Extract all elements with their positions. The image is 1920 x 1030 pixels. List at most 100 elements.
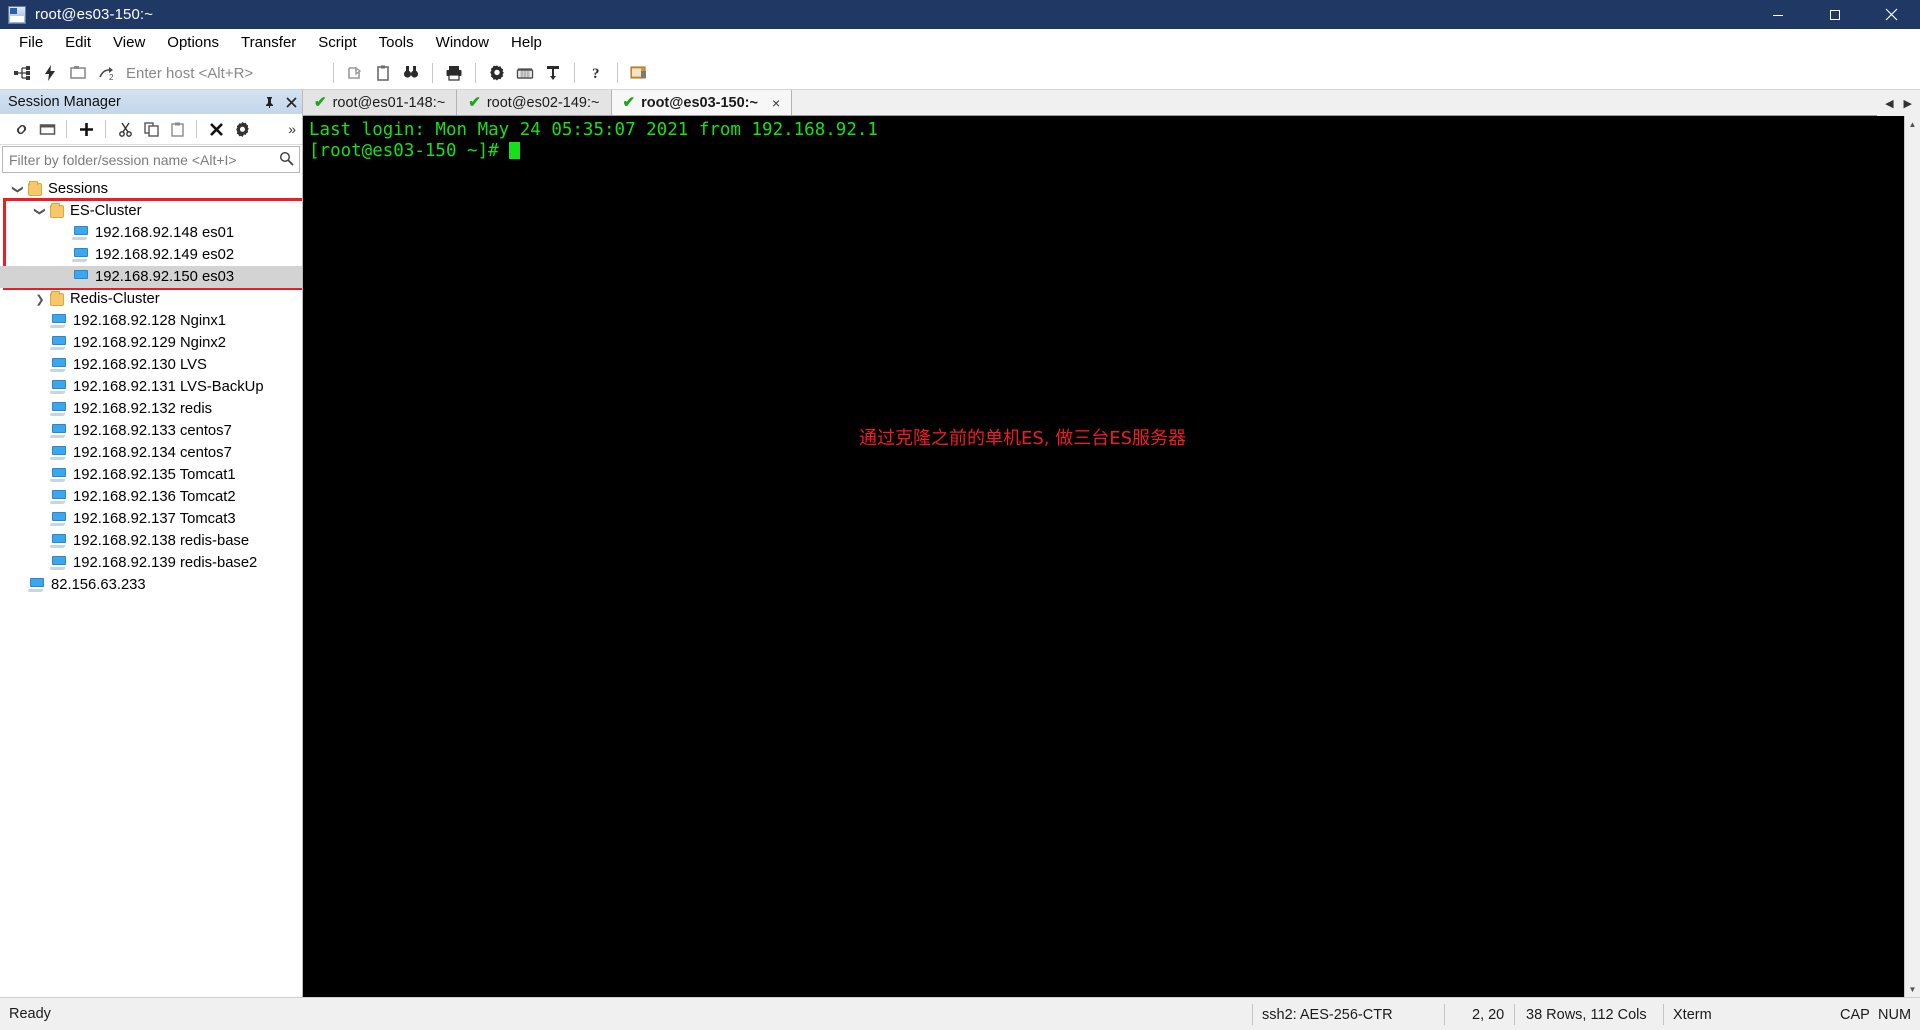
session-computer-icon	[71, 248, 89, 262]
quick-connect-icon[interactable]	[36, 60, 64, 87]
tree-session-row[interactable]: 192.168.92.137 Tomcat3	[0, 508, 302, 530]
session-computer-icon	[49, 402, 67, 416]
terminal-tab-label: root@es02-149:~	[486, 94, 600, 111]
connect-icon[interactable]	[8, 60, 36, 87]
paste-icon[interactable]	[164, 117, 190, 142]
chevron-right-icon[interactable]: ❯	[30, 293, 50, 306]
scroll-down-arrow-icon[interactable]: ▼	[1905, 981, 1920, 997]
maximize-button[interactable]	[1806, 0, 1863, 29]
tree-session-row[interactable]: 192.168.92.128 Nginx1	[0, 310, 302, 332]
properties-icon[interactable]	[229, 117, 255, 142]
terminal-tabstrip: ✔ root@es01-148:~ ✔ root@es02-149:~ ✔ root@es…	[303, 90, 1920, 116]
tree-folder-row[interactable]: ❯ ES-Cluster	[0, 200, 302, 222]
tree-session-row[interactable]: 192.168.92.139 redis-base2	[0, 552, 302, 574]
tab-close-button[interactable]: ×	[772, 95, 780, 111]
menu-edit[interactable]: Edit	[54, 31, 102, 54]
print-icon[interactable]	[440, 60, 468, 87]
scroll-up-arrow-icon[interactable]: ▲	[1905, 116, 1920, 132]
search-icon[interactable]	[279, 151, 294, 171]
menu-tools[interactable]: Tools	[368, 31, 425, 54]
tree-session-row[interactable]: 192.168.92.150 es03	[0, 266, 302, 288]
menu-file[interactable]: File	[8, 31, 54, 54]
session-computer-icon	[49, 424, 67, 438]
tab-scroll-right-button[interactable]: ▶	[1904, 97, 1912, 110]
terminal-screen[interactable]: Last login: Mon May 24 05:35:07 2021 fro…	[303, 116, 1920, 997]
reconnect-icon[interactable]: 2	[92, 60, 120, 87]
status-protocol: ssh2: AES-256-CTR	[1262, 1006, 1393, 1023]
session-filter-input[interactable]: Filter by folder/session name <Alt+I>	[2, 146, 300, 173]
menu-transfer[interactable]: Transfer	[230, 31, 307, 54]
tree-session-row[interactable]: 192.168.92.131 LVS-BackUp	[0, 376, 302, 398]
folder-icon	[50, 202, 64, 218]
connect-in-tab-icon[interactable]	[64, 60, 92, 87]
tree-item-label: 192.168.92.139 redis-base2	[73, 554, 258, 571]
tab-scroll-left-button[interactable]: ◀	[1885, 97, 1893, 110]
toolbar-overflow-button[interactable]: »	[288, 121, 296, 137]
session-computer-icon	[49, 446, 67, 460]
copy-icon[interactable]	[369, 60, 397, 87]
cut-icon[interactable]	[112, 117, 138, 142]
copy-icon[interactable]	[138, 117, 164, 142]
svg-text:2: 2	[109, 73, 114, 82]
tree-folder-row[interactable]: ❯ Sessions	[0, 178, 302, 200]
session-computer-icon	[49, 512, 67, 526]
tree-session-row[interactable]: 192.168.92.135 Tomcat1	[0, 464, 302, 486]
new-session-icon[interactable]	[73, 117, 99, 142]
close-button[interactable]	[1863, 0, 1920, 29]
tree-item-label: 192.168.92.137 Tomcat3	[73, 510, 236, 527]
session-tree[interactable]: ❯ Sessions ❯ ES-Cluster 192.168.92.148 es01 1…	[0, 173, 302, 997]
tree-folder-row[interactable]: ❯ Redis-Cluster	[0, 288, 302, 310]
tree-session-row[interactable]: 192.168.92.129 Nginx2	[0, 332, 302, 354]
tree-session-row[interactable]: 192.168.92.136 Tomcat2	[0, 486, 302, 508]
chevron-down-icon[interactable]: ❯	[12, 179, 25, 199]
session-manager-title: Session Manager	[8, 94, 121, 110]
menu-window[interactable]: Window	[425, 31, 500, 54]
menu-help[interactable]: Help	[500, 31, 553, 54]
terminal-tab-label: root@es03-150:~	[641, 94, 758, 111]
delete-icon[interactable]	[203, 117, 229, 142]
folder-icon	[50, 290, 64, 306]
find-icon[interactable]	[397, 60, 425, 87]
securecrt-icon[interactable]	[625, 60, 653, 87]
menu-script[interactable]: Script	[307, 31, 367, 54]
toolbar-divider-3	[475, 63, 476, 83]
tree-session-row[interactable]: 192.168.92.134 centos7	[0, 442, 302, 464]
main-toolbar: 2 Enter host <Alt+R> ?	[0, 57, 1920, 90]
chevron-down-icon[interactable]: ❯	[34, 201, 47, 221]
close-panel-icon[interactable]	[284, 94, 298, 110]
help-icon[interactable]: ?	[582, 60, 610, 87]
tree-item-label: 192.168.92.128 Nginx1	[73, 312, 227, 329]
session-options-icon[interactable]	[483, 60, 511, 87]
terminal-tab[interactable]: ✔ root@es02-149:~	[457, 90, 612, 115]
pin-panel-icon[interactable]	[262, 94, 276, 110]
connect-icon[interactable]	[8, 117, 34, 142]
tree-session-row[interactable]: 192.168.92.130 LVS	[0, 354, 302, 376]
tree-session-row[interactable]: 192.168.92.148 es01	[0, 222, 302, 244]
session-computer-icon	[49, 358, 67, 372]
minimize-button[interactable]	[1749, 0, 1806, 29]
keymap-editor-icon[interactable]	[511, 60, 539, 87]
host-input[interactable]: Enter host <Alt+R>	[126, 65, 326, 82]
terminal-line-1: Last login: Mon May 24 05:35:07 2021 fro…	[309, 120, 878, 140]
sm-divider-1	[66, 120, 67, 138]
tree-session-row[interactable]: 192.168.92.132 redis	[0, 398, 302, 420]
new-window-icon[interactable]	[34, 117, 60, 142]
terminal-tab[interactable]: ✔ root@es03-150:~ ×	[611, 90, 793, 115]
folder-icon	[28, 180, 42, 196]
sm-divider-2	[105, 120, 106, 138]
tree-session-row[interactable]: 192.168.92.138 redis-base	[0, 530, 302, 552]
tree-session-row[interactable]: 192.168.92.149 es02	[0, 244, 302, 266]
terminal-scrollbar[interactable]: ▲ ▼	[1904, 116, 1920, 997]
securecrt-app-icon	[8, 5, 26, 24]
window-controls	[1749, 0, 1920, 29]
terminal-tab[interactable]: ✔ root@es01-148:~	[303, 90, 458, 115]
menu-view[interactable]: View	[102, 31, 156, 54]
status-divider-1	[1252, 1004, 1253, 1025]
tree-session-row[interactable]: 192.168.92.133 centos7	[0, 420, 302, 442]
clone-session-icon[interactable]	[341, 60, 369, 87]
terminal-line-2: [root@es03-150 ~]#	[309, 141, 510, 161]
menu-options[interactable]: Options	[156, 31, 230, 54]
tree-item-label: 82.156.63.233	[51, 576, 146, 593]
tree-session-row[interactable]: 82.156.63.233	[0, 574, 302, 596]
line-tool-icon[interactable]	[539, 60, 567, 87]
